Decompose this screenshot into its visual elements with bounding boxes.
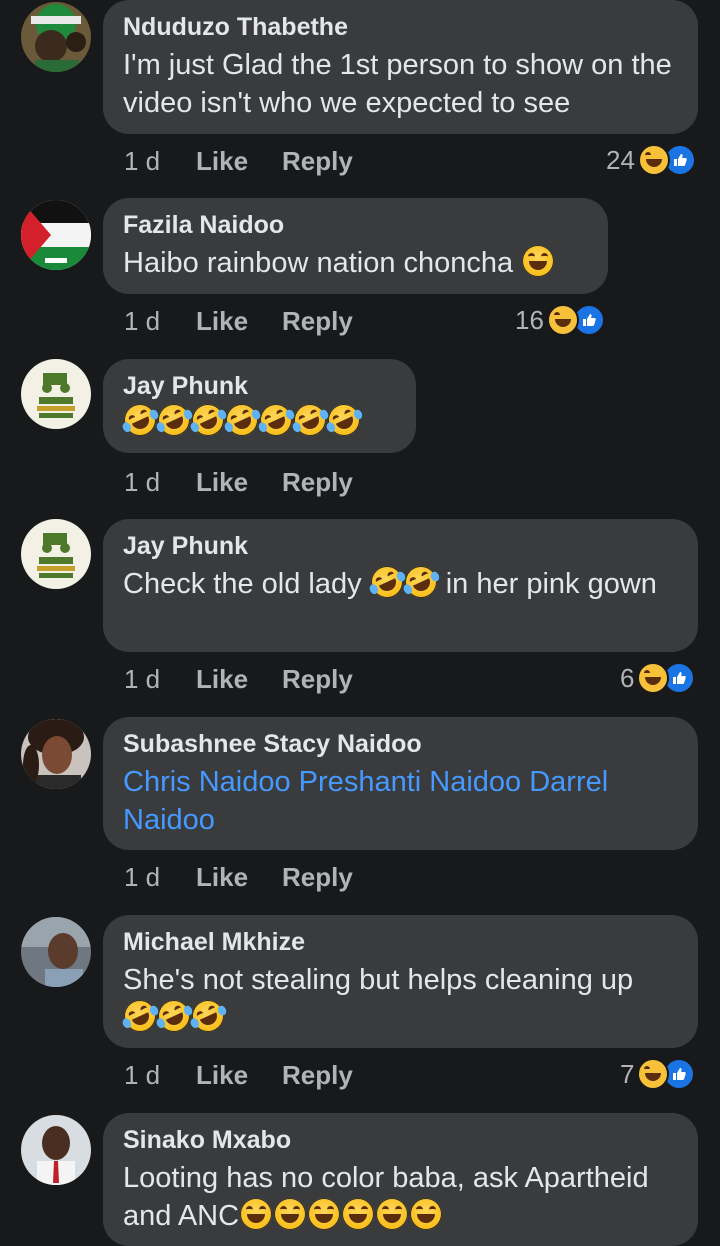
reply-button[interactable]: Reply: [282, 862, 353, 893]
like-button[interactable]: Like: [196, 664, 282, 695]
rofl-emoji-icon: [399, 560, 442, 604]
reaction-count: 7: [620, 1058, 635, 1089]
comment-text: I'm just Glad the 1st person to show on …: [123, 49, 672, 119]
comment-bubble[interactable]: Fazila Naidoo Haibo rainbow nation chonc…: [103, 198, 608, 294]
comment-timestamp[interactable]: 1 d: [124, 664, 196, 695]
like-button[interactable]: Like: [196, 1060, 282, 1091]
comment-actions: 1 d Like Reply: [124, 1060, 353, 1091]
reaction-count: 24: [606, 144, 635, 175]
avatar[interactable]: [21, 719, 91, 789]
rofl-emoji-icon: [186, 398, 230, 442]
comment-actions: 1 d Like Reply: [124, 306, 353, 337]
laughing-emoji-icon: [522, 245, 555, 277]
laughing-emoji-icon: [274, 1198, 307, 1230]
comment-author[interactable]: Sinako Mxabo: [123, 1125, 678, 1155]
mentioned-users[interactable]: Chris Naidoo Preshanti Naidoo Darrel Nai…: [123, 763, 678, 839]
comment-text: Haibo rainbow nation choncha: [123, 244, 588, 282]
avatar[interactable]: [21, 2, 91, 72]
reactions-summary[interactable]: 16: [515, 304, 605, 336]
comment-actions: 1 d Like Reply: [124, 467, 353, 498]
comment-timestamp[interactable]: 1 d: [124, 146, 196, 177]
comment-timestamp[interactable]: 1 d: [124, 1060, 196, 1091]
reactions-summary[interactable]: 6: [620, 662, 696, 694]
comment-bubble[interactable]: Jay Phunk Check the old lady in her pink…: [103, 519, 698, 652]
rofl-emoji-icon: [152, 398, 196, 442]
comment-bubble[interactable]: Nduduzo Thabethe I'm just Glad the 1st p…: [103, 0, 698, 134]
rofl-emoji-icon: [118, 398, 162, 442]
like-button[interactable]: Like: [196, 467, 282, 498]
avatar[interactable]: [21, 359, 91, 429]
laughing-emoji-icon: [410, 1198, 443, 1230]
rofl-emoji-icon: [322, 398, 366, 442]
rofl-emoji-icon: [365, 560, 408, 604]
comment-author[interactable]: Fazila Naidoo: [123, 210, 588, 240]
comment-author[interactable]: Nduduzo Thabethe: [123, 12, 678, 42]
comment-text: She's not stealing but helps cleaning up: [118, 961, 678, 1038]
comment-text-before: Check the old lady: [123, 568, 362, 600]
avatar[interactable]: [21, 519, 91, 589]
comment-author[interactable]: Subashnee Stacy Naidoo: [123, 729, 678, 759]
laughing-emoji-icon: [376, 1198, 409, 1230]
comment-actions: 1 d Like Reply: [124, 664, 353, 695]
rofl-emoji-icon: [152, 994, 196, 1038]
comment-text-after: in her pink gown: [445, 568, 657, 600]
comment-timestamp[interactable]: 1 d: [124, 306, 196, 337]
comment-text-content: She's not stealing but helps cleaning up: [123, 964, 634, 996]
reply-button[interactable]: Reply: [282, 306, 353, 337]
reaction-count: 16: [515, 304, 544, 335]
avatar[interactable]: [21, 1115, 91, 1185]
haha-icon: [546, 304, 579, 336]
rofl-emoji-icon: [118, 994, 162, 1038]
reply-button[interactable]: Reply: [282, 467, 353, 498]
comment-bubble[interactable]: Subashnee Stacy Naidoo Chris Naidoo Pres…: [103, 717, 698, 850]
haha-icon: [637, 144, 670, 176]
reactions-summary[interactable]: 7: [620, 1058, 696, 1090]
comment-actions: 1 d Like Reply: [124, 862, 353, 893]
avatar[interactable]: [21, 917, 91, 987]
comment-text: [118, 398, 396, 442]
comment-text-content: Haibo rainbow nation choncha: [123, 247, 514, 279]
comment-bubble[interactable]: Michael Mkhize She's not stealing but he…: [103, 915, 698, 1048]
laughing-emoji-icon: [342, 1198, 375, 1230]
rofl-emoji-icon: [186, 994, 230, 1038]
avatar[interactable]: [21, 200, 91, 270]
rofl-emoji-icon: [220, 398, 264, 442]
comment-actions: 1 d Like Reply: [124, 146, 353, 177]
comment-timestamp[interactable]: 1 d: [124, 862, 196, 893]
laughing-emoji-icon: [308, 1198, 341, 1230]
comment-bubble[interactable]: Sinako Mxabo Looting has no color baba, …: [103, 1113, 698, 1246]
laughing-emoji-icon: [240, 1198, 273, 1230]
reply-button[interactable]: Reply: [282, 664, 353, 695]
comment-text: Check the old lady in her pink gown: [123, 560, 678, 604]
rofl-emoji-icon: [288, 398, 332, 442]
comment-timestamp[interactable]: 1 d: [124, 467, 196, 498]
like-button[interactable]: Like: [196, 862, 282, 893]
comment-bubble[interactable]: Jay Phunk: [103, 359, 416, 453]
like-button[interactable]: Like: [196, 146, 282, 177]
comment-author[interactable]: Michael Mkhize: [123, 927, 678, 957]
reactions-summary[interactable]: 24: [606, 144, 696, 176]
reply-button[interactable]: Reply: [282, 146, 353, 177]
comment-text: Looting has no color baba, ask Apartheid…: [123, 1159, 678, 1235]
reply-button[interactable]: Reply: [282, 1060, 353, 1091]
like-button[interactable]: Like: [196, 306, 282, 337]
rofl-emoji-icon: [254, 398, 298, 442]
haha-icon: [637, 1058, 670, 1090]
comment-author[interactable]: Jay Phunk: [123, 531, 678, 561]
haha-icon: [637, 662, 670, 694]
reaction-count: 6: [620, 662, 635, 693]
comment-author[interactable]: Jay Phunk: [123, 371, 396, 401]
